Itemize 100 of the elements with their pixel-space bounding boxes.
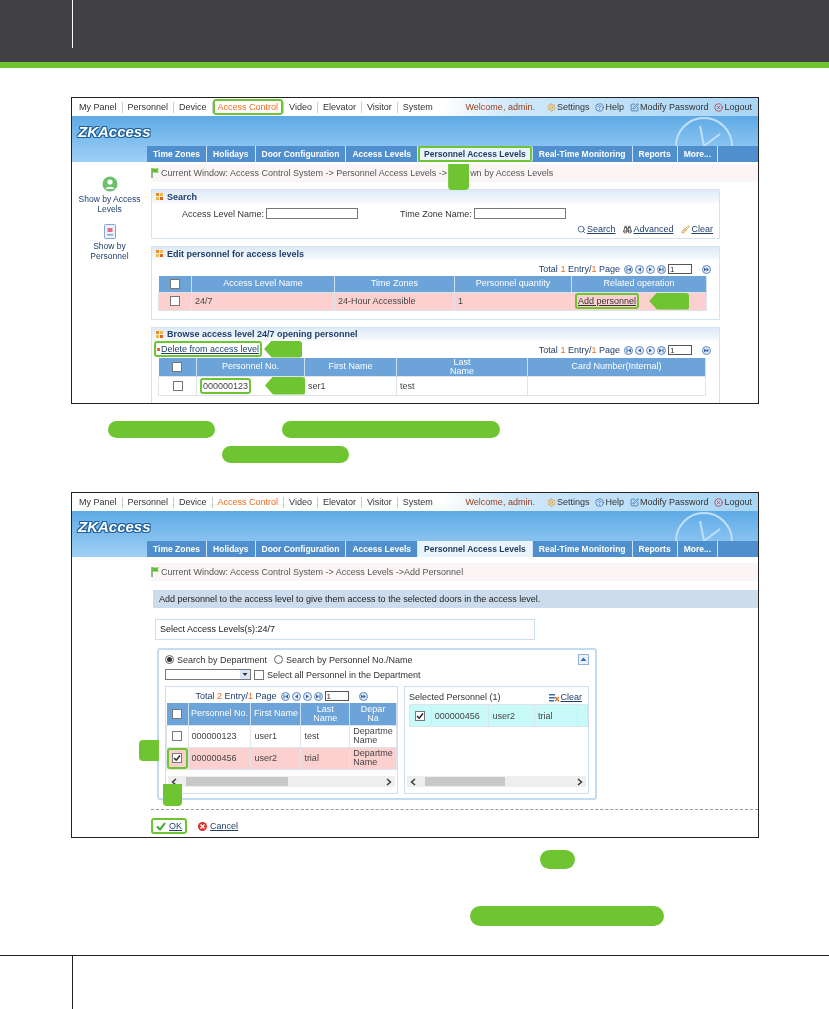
menu-item[interactable]: Device — [174, 99, 212, 115]
table-row[interactable]: 24/7 24-Hour Accessible 1 Add personnel — [158, 292, 707, 310]
page-field[interactable]: 1 — [668, 264, 692, 274]
previous-page-button[interactable] — [635, 264, 644, 274]
action-link[interactable]: Advanced — [623, 224, 674, 234]
previous-page-button[interactable] — [635, 345, 644, 355]
checkbox[interactable] — [415, 710, 426, 721]
logo: ZKAccess — [78, 517, 151, 535]
checkbox[interactable] — [172, 753, 183, 764]
top-link[interactable]: Settings — [546, 102, 590, 112]
previous-page-button[interactable] — [291, 691, 301, 701]
radio-label: Search by Department — [177, 654, 268, 665]
delete-link[interactable]: Delete from access level — [154, 341, 263, 357]
horizontal-scrollbar[interactable] — [168, 776, 395, 787]
table-row[interactable]: 000000456 user2 trial Departme Name — [166, 747, 397, 769]
checkbox[interactable] — [172, 380, 183, 391]
top-link[interactable]: Settings — [546, 497, 590, 507]
cancel-icon — [198, 821, 207, 831]
column-header: Personnel quantity — [454, 276, 572, 292]
action-link[interactable]: Clear — [681, 224, 713, 234]
caret-icon — [240, 670, 250, 679]
next-page-button[interactable] — [646, 264, 655, 274]
checkbox[interactable] — [172, 361, 183, 372]
sidebar-link[interactable]: Show by Access Levels — [73, 194, 146, 214]
top-link[interactable]: Help — [595, 102, 624, 112]
callout-marker — [649, 292, 690, 310]
info-text: Add personnel to the access level to give them access to the selected doors in the access level. — [159, 594, 541, 604]
text-field[interactable] — [473, 208, 566, 219]
top-link[interactable]: Logout — [714, 102, 752, 112]
checkbox[interactable] — [172, 708, 182, 719]
checkbox-label: Select all Personnel in the Department — [267, 669, 421, 680]
menu-item[interactable]: Visitor — [362, 494, 397, 510]
menu-item[interactable]: Personnel — [122, 494, 174, 510]
first-page-button[interactable] — [280, 691, 290, 701]
radio-button[interactable] — [274, 655, 284, 664]
last-page-button[interactable] — [313, 691, 323, 701]
section-icon — [156, 193, 163, 200]
field-label: Access Level Name: — [182, 208, 265, 219]
radio-button[interactable] — [165, 655, 174, 664]
go-button[interactable] — [358, 691, 368, 701]
page-field[interactable]: 1 — [324, 691, 349, 701]
pager-text: Total 1 Entry/1 Page — [538, 264, 620, 274]
menu-item[interactable]: Device — [174, 494, 212, 510]
chevron-right-icon[interactable] — [577, 777, 583, 786]
menu-item[interactable]: Elevator — [317, 99, 361, 115]
menu-item[interactable]: System — [397, 494, 438, 510]
next-page-button[interactable] — [646, 345, 655, 355]
section-icon — [156, 250, 163, 257]
go-button[interactable] — [702, 345, 711, 355]
checkbox[interactable] — [169, 278, 180, 289]
first-page-button[interactable] — [624, 264, 633, 274]
menu-item[interactable]: Elevator — [317, 494, 361, 510]
breadcrumb-text: wn by Access Levels — [470, 168, 554, 178]
menu-item[interactable]: System — [397, 99, 438, 115]
department-dropdown[interactable] — [165, 669, 251, 680]
go-button[interactable] — [702, 264, 711, 274]
column-header: Related operation — [571, 276, 707, 292]
table-cell: 24-Hour Accessible — [334, 292, 455, 310]
first-page-button[interactable] — [624, 345, 633, 355]
close-icon — [714, 102, 724, 112]
checkbox[interactable] — [170, 296, 180, 307]
column-header: Last Name — [300, 703, 350, 725]
action-link[interactable]: Search — [576, 224, 616, 234]
menu-item[interactable]: My Panel — [74, 99, 122, 115]
section-title: Browse access level 24/7 opening personnel — [167, 329, 358, 339]
panel-title: Selected Personnel (1) — [408, 692, 501, 702]
column-header: Card Number(Internal) — [527, 357, 706, 376]
menu-item[interactable]: Visitor — [362, 99, 397, 115]
last-page-button[interactable] — [657, 264, 666, 274]
text-field[interactable] — [266, 208, 359, 219]
access-level-box: Select Access Levels(s):24/7 — [155, 619, 535, 640]
menu-item[interactable]: Personnel — [122, 99, 174, 115]
section-title: Search — [167, 191, 198, 202]
menu-item[interactable]: Video — [284, 494, 317, 510]
table-row[interactable]: 000000123 user1 test Departme Name — [166, 725, 397, 747]
clear-link[interactable]: Clear — [549, 692, 582, 702]
menu-item[interactable]: My Panel — [74, 494, 122, 510]
clear-icon — [549, 692, 560, 702]
last-page-button[interactable] — [657, 345, 666, 355]
top-link[interactable]: Modify Password — [629, 102, 709, 112]
chevron-left-icon[interactable] — [409, 777, 416, 786]
sidebar-link[interactable]: Show by Personnel — [73, 241, 146, 261]
top-link[interactable]: Modify Password — [629, 497, 709, 507]
menu-item[interactable]: Video — [284, 99, 317, 115]
collapse-icon[interactable] — [578, 654, 589, 665]
cancel-button[interactable]: Cancel — [193, 818, 244, 834]
page-field[interactable]: 1 — [668, 345, 692, 355]
badge-icon[interactable] — [103, 224, 116, 239]
tab[interactable]: Personnel Access Levels — [418, 146, 533, 162]
checkbox[interactable] — [172, 731, 183, 742]
checkbox[interactable] — [254, 669, 264, 680]
top-link[interactable]: Help — [595, 497, 624, 507]
horizontal-scrollbar[interactable] — [406, 776, 586, 787]
next-page-button[interactable] — [302, 691, 312, 701]
top-link[interactable]: Logout — [714, 497, 752, 507]
callout-marker — [163, 784, 182, 806]
tab[interactable]: Personnel Access Levels — [418, 541, 533, 557]
table-cell: 000000123 — [200, 377, 252, 394]
chevron-right-icon[interactable] — [385, 777, 392, 786]
ok-button[interactable]: OK — [151, 818, 187, 834]
